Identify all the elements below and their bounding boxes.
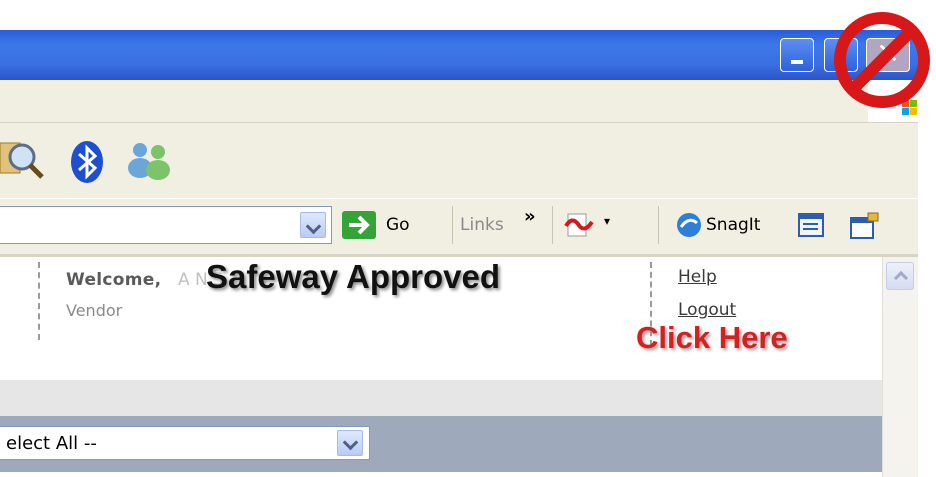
content-band (0, 380, 882, 416)
links-chevron-icon[interactable]: » (524, 206, 536, 227)
go-button[interactable]: Go (386, 215, 410, 235)
header-divider (38, 262, 40, 340)
toolbar-separator (552, 206, 553, 244)
vertical-scrollbar[interactable] (882, 257, 919, 477)
window-layout-icon[interactable] (796, 212, 826, 238)
snagit-icon[interactable] (676, 212, 702, 238)
welcome-label: Welcome, (66, 270, 162, 290)
prohibited-icon (830, 8, 934, 112)
address-input[interactable] (0, 206, 332, 244)
user-role: Vendor (66, 301, 123, 320)
magnifier-icon[interactable] (0, 137, 44, 181)
snagit-button[interactable]: SnagIt (706, 215, 760, 235)
toolbar-separator (658, 206, 659, 244)
go-arrow-icon[interactable] (342, 211, 376, 239)
bluetooth-icon[interactable] (68, 140, 106, 184)
click-here-annotation: Click Here (636, 320, 788, 355)
minimize-button[interactable] (780, 38, 814, 72)
scroll-up-button[interactable] (886, 262, 914, 290)
edit-window-icon[interactable] (848, 212, 880, 240)
pdf-icon[interactable] (562, 210, 598, 240)
toolbar-separator (452, 206, 453, 244)
messenger-icon[interactable] (124, 140, 174, 180)
pdf-dropdown-icon[interactable]: ▾ (604, 214, 610, 228)
menu-bar (0, 80, 918, 123)
logout-link[interactable]: Logout (678, 300, 736, 320)
select-all-value: elect All -- (6, 433, 97, 454)
help-link[interactable]: Help (678, 267, 717, 287)
safeway-approved-overlay: Safeway Approved (206, 258, 501, 295)
chevron-down-icon[interactable] (337, 430, 363, 456)
links-toolbar-label[interactable]: Links (460, 215, 504, 235)
address-dropdown-button[interactable] (300, 212, 326, 238)
